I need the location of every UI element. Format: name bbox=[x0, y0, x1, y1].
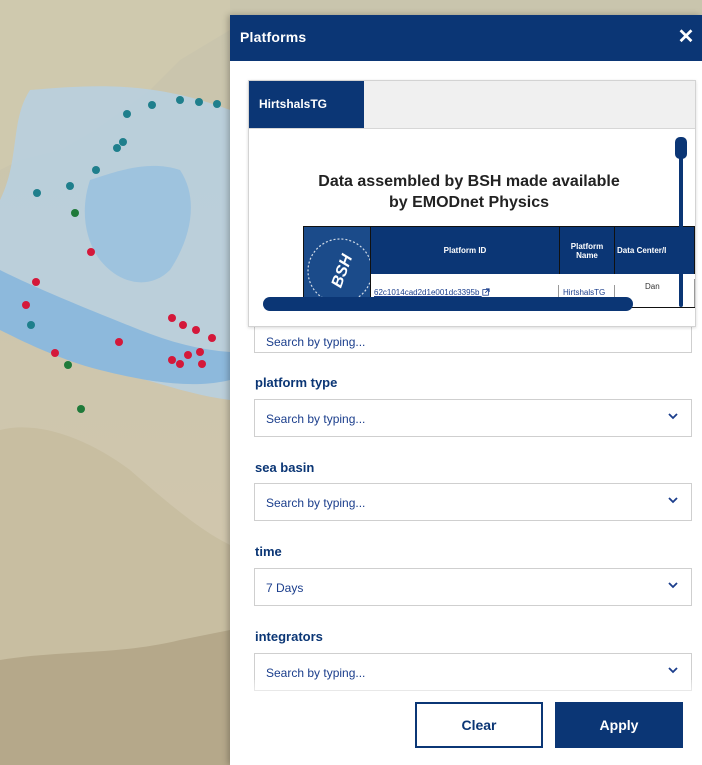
platform-popup: HirtshalsTG Data assembled by BSH made a… bbox=[248, 80, 696, 327]
column-header-platform-name: Platform Name bbox=[560, 227, 615, 274]
filter-label-integrators: integrators bbox=[255, 629, 323, 644]
filter-label-platform-type: platform type bbox=[255, 375, 338, 390]
platform-type-select[interactable]: Search by typing... bbox=[254, 399, 692, 437]
filter-label-time: time bbox=[255, 544, 282, 559]
clear-button[interactable]: Clear bbox=[415, 702, 543, 748]
apply-button[interactable]: Apply bbox=[555, 702, 683, 748]
column-header-data-center: Data Center/I bbox=[615, 227, 695, 274]
platform-id-value: 62c1014cad2d1e001dc3395b bbox=[374, 288, 480, 297]
close-icon[interactable]: ✕ bbox=[674, 23, 698, 51]
bsh-logo: BSH bbox=[304, 227, 371, 307]
horizontal-scrollbar[interactable] bbox=[263, 297, 633, 311]
sea-basin-select[interactable]: Search by typing... bbox=[254, 483, 692, 521]
filter-value: 7 Days bbox=[266, 581, 304, 595]
filter-value: Search by typing... bbox=[266, 666, 366, 680]
platform-info-table: BSH Platform ID Platform Name Data Cente… bbox=[303, 226, 695, 308]
panel-title: Platforms bbox=[240, 29, 307, 45]
vertical-scrollbar-thumb[interactable] bbox=[675, 137, 687, 159]
chevron-down-icon bbox=[668, 413, 678, 420]
chevron-down-icon bbox=[668, 667, 678, 674]
panel-header: Platforms ✕ bbox=[230, 15, 702, 61]
filter-label-sea-basin: sea basin bbox=[255, 460, 315, 475]
filter-value: Search by typing... bbox=[266, 496, 366, 510]
popup-heading: Data assembled by BSH made available by … bbox=[318, 173, 620, 211]
vertical-scrollbar[interactable] bbox=[679, 137, 683, 307]
filter-value: Search by typing... bbox=[266, 335, 366, 349]
filter-value: Search by typing... bbox=[266, 412, 366, 426]
popup-tab-bar: HirtshalsTG bbox=[249, 81, 695, 129]
chevron-down-icon bbox=[668, 497, 678, 504]
time-select[interactable]: 7 Days bbox=[254, 568, 692, 606]
svg-text:BSH: BSH bbox=[329, 252, 357, 290]
chevron-down-icon bbox=[668, 582, 678, 589]
column-header-platform-id: Platform ID bbox=[371, 227, 560, 274]
tab-hirtshalstg[interactable]: HirtshalsTG bbox=[249, 81, 364, 128]
external-link-icon bbox=[482, 288, 490, 296]
